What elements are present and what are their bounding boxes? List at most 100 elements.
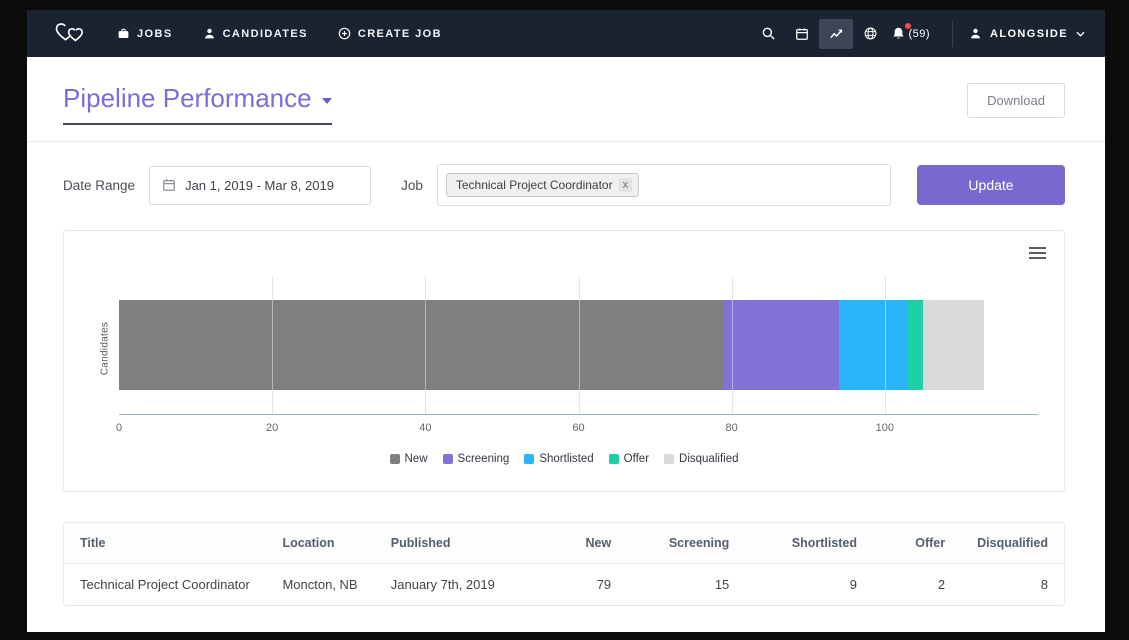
chart-context-menu-icon[interactable] xyxy=(1029,247,1046,259)
bar-segment-offer[interactable] xyxy=(908,300,923,390)
job-select-input[interactable]: Technical Project Coordinator x xyxy=(437,164,891,206)
table-header-row: TitleLocationPublishedNewScreeningShortl… xyxy=(64,523,1064,564)
primary-nav: Jobs Candidates Create Job xyxy=(117,27,442,40)
legend-item-disqualified[interactable]: Disqualified xyxy=(664,453,738,465)
chevron-down-icon xyxy=(1076,31,1085,37)
gridline-overlay xyxy=(272,300,273,390)
column-header: Disqualified xyxy=(961,523,1064,564)
plot-area xyxy=(119,276,1038,414)
date-range-label: Date Range xyxy=(63,178,135,193)
gridline-overlay xyxy=(732,300,733,390)
legend-label: New xyxy=(405,453,428,465)
update-button[interactable]: Update xyxy=(917,165,1065,205)
nav-label: Create Job xyxy=(358,28,442,40)
legend-swatch-icon xyxy=(443,454,453,464)
globe-icon xyxy=(863,26,878,41)
page-title: Pipeline Performance xyxy=(63,83,312,114)
chart-card: Candidates 020406080100 NewScreeningShor… xyxy=(63,230,1065,492)
legend-swatch-icon xyxy=(524,454,534,464)
column-header: Published xyxy=(375,523,540,564)
table-cell: 15 xyxy=(627,564,745,606)
legend-item-shortlisted[interactable]: Shortlisted xyxy=(524,453,593,465)
nav-label: Candidates xyxy=(223,28,308,40)
x-tick-label: 100 xyxy=(876,422,894,434)
x-axis-line xyxy=(119,414,1038,415)
tag-remove-icon[interactable]: x xyxy=(619,178,633,192)
nav-item-jobs[interactable]: Jobs xyxy=(117,27,173,40)
plus-circle-icon xyxy=(338,27,351,40)
notifications-button[interactable]: (59) xyxy=(887,19,934,49)
navbar-actions: (59) Alongside xyxy=(751,19,1085,49)
page-header: Pipeline Performance Download xyxy=(27,57,1105,141)
job-tag-label: Technical Project Coordinator xyxy=(456,178,613,192)
reports-button[interactable] xyxy=(819,19,853,49)
nav-label: Jobs xyxy=(137,28,173,40)
bar-segment-screening[interactable] xyxy=(724,300,839,390)
table-cell: 79 xyxy=(539,564,627,606)
bell-icon xyxy=(891,26,906,41)
filter-bar: Date Range Jan 1, 2019 - Mar 8, 2019 Job… xyxy=(27,142,1105,212)
legend-item-new[interactable]: New xyxy=(390,453,428,465)
bar-segment-disqualified[interactable] xyxy=(923,300,984,390)
table-cell: Moncton, NB xyxy=(266,564,374,606)
column-header: Location xyxy=(266,523,374,564)
gridline-overlay xyxy=(425,300,426,390)
gridline-overlay xyxy=(885,300,886,390)
notification-dot xyxy=(905,23,911,29)
table-row[interactable]: Technical Project CoordinatorMoncton, NB… xyxy=(64,564,1064,606)
person-icon xyxy=(203,27,216,40)
nav-divider xyxy=(952,21,953,47)
account-label: Alongside xyxy=(990,28,1068,40)
table-cell: Technical Project Coordinator xyxy=(64,564,266,606)
brand-logo[interactable] xyxy=(53,21,87,47)
legend-label: Shortlisted xyxy=(539,453,593,465)
column-header: Title xyxy=(64,523,266,564)
date-range-input[interactable]: Jan 1, 2019 - Mar 8, 2019 xyxy=(149,166,371,205)
column-header: Offer xyxy=(873,523,961,564)
nav-item-candidates[interactable]: Candidates xyxy=(203,27,308,40)
bar-segment-shortlisted[interactable] xyxy=(839,300,908,390)
table-cell: 2 xyxy=(873,564,961,606)
download-button[interactable]: Download xyxy=(967,83,1065,118)
calendar-icon xyxy=(795,27,809,41)
column-header: Screening xyxy=(627,523,745,564)
x-tick-label: 20 xyxy=(266,422,278,434)
x-axis-ticks: 020406080100 xyxy=(119,422,1038,436)
results-table-card: TitleLocationPublishedNewScreeningShortl… xyxy=(63,522,1065,606)
calendar-small-icon xyxy=(162,178,176,192)
x-tick-label: 40 xyxy=(419,422,431,434)
nav-item-create-job[interactable]: Create Job xyxy=(338,27,442,40)
job-label: Job xyxy=(401,178,423,193)
account-menu[interactable]: Alongside xyxy=(969,27,1085,40)
hearts-logo-icon xyxy=(53,21,87,47)
job-tag: Technical Project Coordinator x xyxy=(446,173,639,197)
x-tick-label: 0 xyxy=(116,422,122,434)
legend-item-offer[interactable]: Offer xyxy=(609,453,649,465)
account-person-icon xyxy=(969,27,982,40)
gridline-overlay xyxy=(579,300,580,390)
chart-legend: New Screening Shortlisted Offer Disqualified xyxy=(64,453,1064,465)
x-tick-label: 80 xyxy=(726,422,738,434)
table-cell: 9 xyxy=(745,564,873,606)
results-table: TitleLocationPublishedNewScreeningShortl… xyxy=(64,523,1064,605)
bar-segment-new[interactable] xyxy=(119,300,724,390)
legend-swatch-icon xyxy=(664,454,674,464)
search-icon xyxy=(761,26,776,41)
column-header: New xyxy=(539,523,627,564)
calendar-button[interactable] xyxy=(785,19,819,49)
column-header: Shortlisted xyxy=(745,523,873,564)
legend-label: Offer xyxy=(624,453,649,465)
app-window: Jobs Candidates Create Job xyxy=(27,10,1105,632)
legend-swatch-icon xyxy=(390,454,400,464)
legend-swatch-icon xyxy=(609,454,619,464)
top-navbar: Jobs Candidates Create Job xyxy=(27,10,1105,57)
legend-label: Screening xyxy=(458,453,510,465)
date-range-value: Jan 1, 2019 - Mar 8, 2019 xyxy=(185,178,334,193)
table-cell: 8 xyxy=(961,564,1064,606)
legend-item-screening[interactable]: Screening xyxy=(443,453,510,465)
y-axis-label: Candidates xyxy=(99,322,110,376)
globe-button[interactable] xyxy=(853,19,887,49)
legend-label: Disqualified xyxy=(679,453,738,465)
search-button[interactable] xyxy=(751,19,785,49)
report-title-dropdown[interactable]: Pipeline Performance xyxy=(63,83,332,125)
